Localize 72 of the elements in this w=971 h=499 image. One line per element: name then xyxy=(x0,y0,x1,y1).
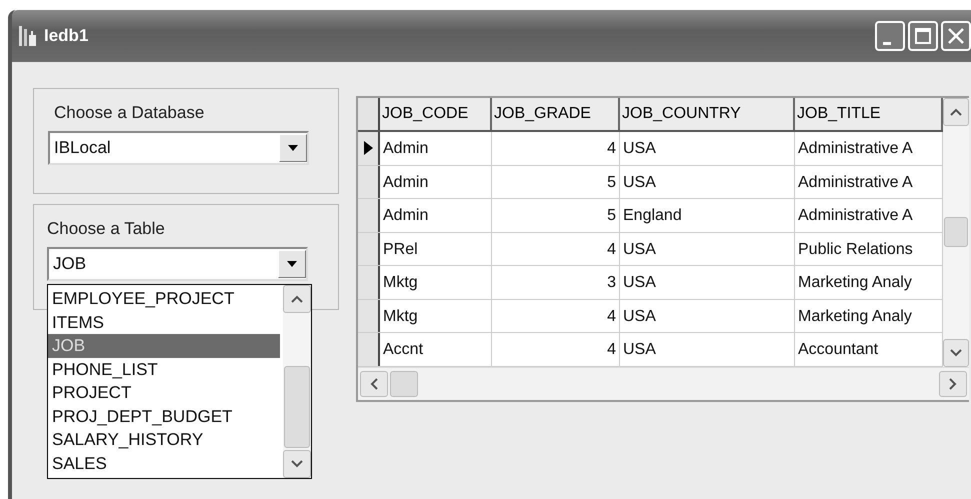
row-indicator[interactable] xyxy=(358,232,380,265)
scroll-down-button[interactable] xyxy=(283,450,311,478)
table-cell: 4 xyxy=(492,232,620,265)
list-option[interactable]: PHONE_LIST xyxy=(48,358,283,381)
table-cell: 5 xyxy=(492,199,620,232)
row-indicator[interactable] xyxy=(358,266,380,298)
column-header[interactable]: JOB_TITLE xyxy=(795,98,943,130)
list-option[interactable]: JOB xyxy=(48,334,280,358)
column-header[interactable]: JOB_COUNTRY xyxy=(620,98,795,130)
corner-cell xyxy=(358,98,380,130)
chevron-up-icon xyxy=(291,295,303,303)
table-cell: USA xyxy=(620,232,795,265)
scroll-left-button[interactable] xyxy=(360,370,388,397)
list-option[interactable]: EMPLOYEE_PROJECT xyxy=(48,287,283,310)
table-cell: Admin xyxy=(380,166,492,198)
table-cell: Admin xyxy=(380,199,492,232)
chevron-down-icon xyxy=(291,460,303,468)
chevron-down-icon xyxy=(950,348,962,356)
table-cell: 3 xyxy=(492,266,620,298)
table-cell: 4 xyxy=(492,300,620,332)
list-option[interactable]: SALARY_HISTORY xyxy=(48,428,283,452)
list-option[interactable]: PROJECT xyxy=(48,381,283,404)
app-icon xyxy=(18,25,38,47)
table-cell: 4 xyxy=(492,132,620,164)
table-cell: Accnt xyxy=(380,333,492,366)
row-indicator[interactable] xyxy=(358,333,380,366)
close-button[interactable] xyxy=(941,21,971,51)
database-combobox[interactable]: IBLocal xyxy=(48,131,309,165)
scrollbar[interactable] xyxy=(283,285,311,478)
chevron-right-icon xyxy=(949,378,957,390)
maximize-icon xyxy=(914,27,932,45)
minimize-icon xyxy=(883,42,891,44)
chevron-up-icon xyxy=(950,108,962,116)
scroll-up-button[interactable] xyxy=(943,98,969,126)
column-header[interactable]: JOB_CODE xyxy=(380,98,492,130)
table-cell: USA xyxy=(620,300,795,332)
list-option[interactable]: SALES xyxy=(48,452,283,475)
database-label: Choose a Database xyxy=(53,103,206,123)
current-row-icon xyxy=(364,141,372,156)
close-icon xyxy=(947,27,965,45)
minimize-button[interactable] xyxy=(875,21,905,51)
table-cell: USA xyxy=(620,132,795,164)
table-cell: England xyxy=(620,199,795,232)
window-title: Iedb1 xyxy=(44,26,90,46)
scrollbar[interactable] xyxy=(943,98,969,366)
table-cell: Mktg xyxy=(380,300,492,332)
scroll-thumb[interactable] xyxy=(390,370,418,397)
row-indicator[interactable] xyxy=(358,132,380,164)
row-indicator[interactable] xyxy=(358,166,380,198)
table-label: Choose a Table xyxy=(47,219,166,239)
row-indicator[interactable] xyxy=(358,300,380,332)
table-combobox[interactable]: JOB xyxy=(47,247,308,281)
row-indicator[interactable] xyxy=(358,199,380,232)
column-header[interactable]: JOB_GRADE xyxy=(492,98,620,130)
scroll-up-button[interactable] xyxy=(283,285,311,313)
table-cell: PRel xyxy=(380,232,492,265)
table-cell: Admin xyxy=(380,132,492,164)
list-option[interactable]: ITEMS xyxy=(48,310,283,334)
scroll-thumb[interactable] xyxy=(944,217,968,248)
table-cell: 4 xyxy=(492,333,620,366)
table-cell: USA xyxy=(620,166,795,198)
chevron-left-icon xyxy=(370,378,378,390)
scroll-thumb[interactable] xyxy=(284,366,310,448)
list-option[interactable]: PROJ_DEPT_BUDGET xyxy=(48,404,283,428)
scrollbar[interactable] xyxy=(358,366,969,400)
scroll-down-button[interactable] xyxy=(943,338,969,366)
table-cell: USA xyxy=(620,333,795,366)
scroll-right-button[interactable] xyxy=(939,370,967,397)
maximize-button[interactable] xyxy=(908,21,938,51)
table-cell: 5 xyxy=(492,166,620,198)
table-cell: Mktg xyxy=(380,266,492,298)
table-cell: USA xyxy=(620,266,795,298)
